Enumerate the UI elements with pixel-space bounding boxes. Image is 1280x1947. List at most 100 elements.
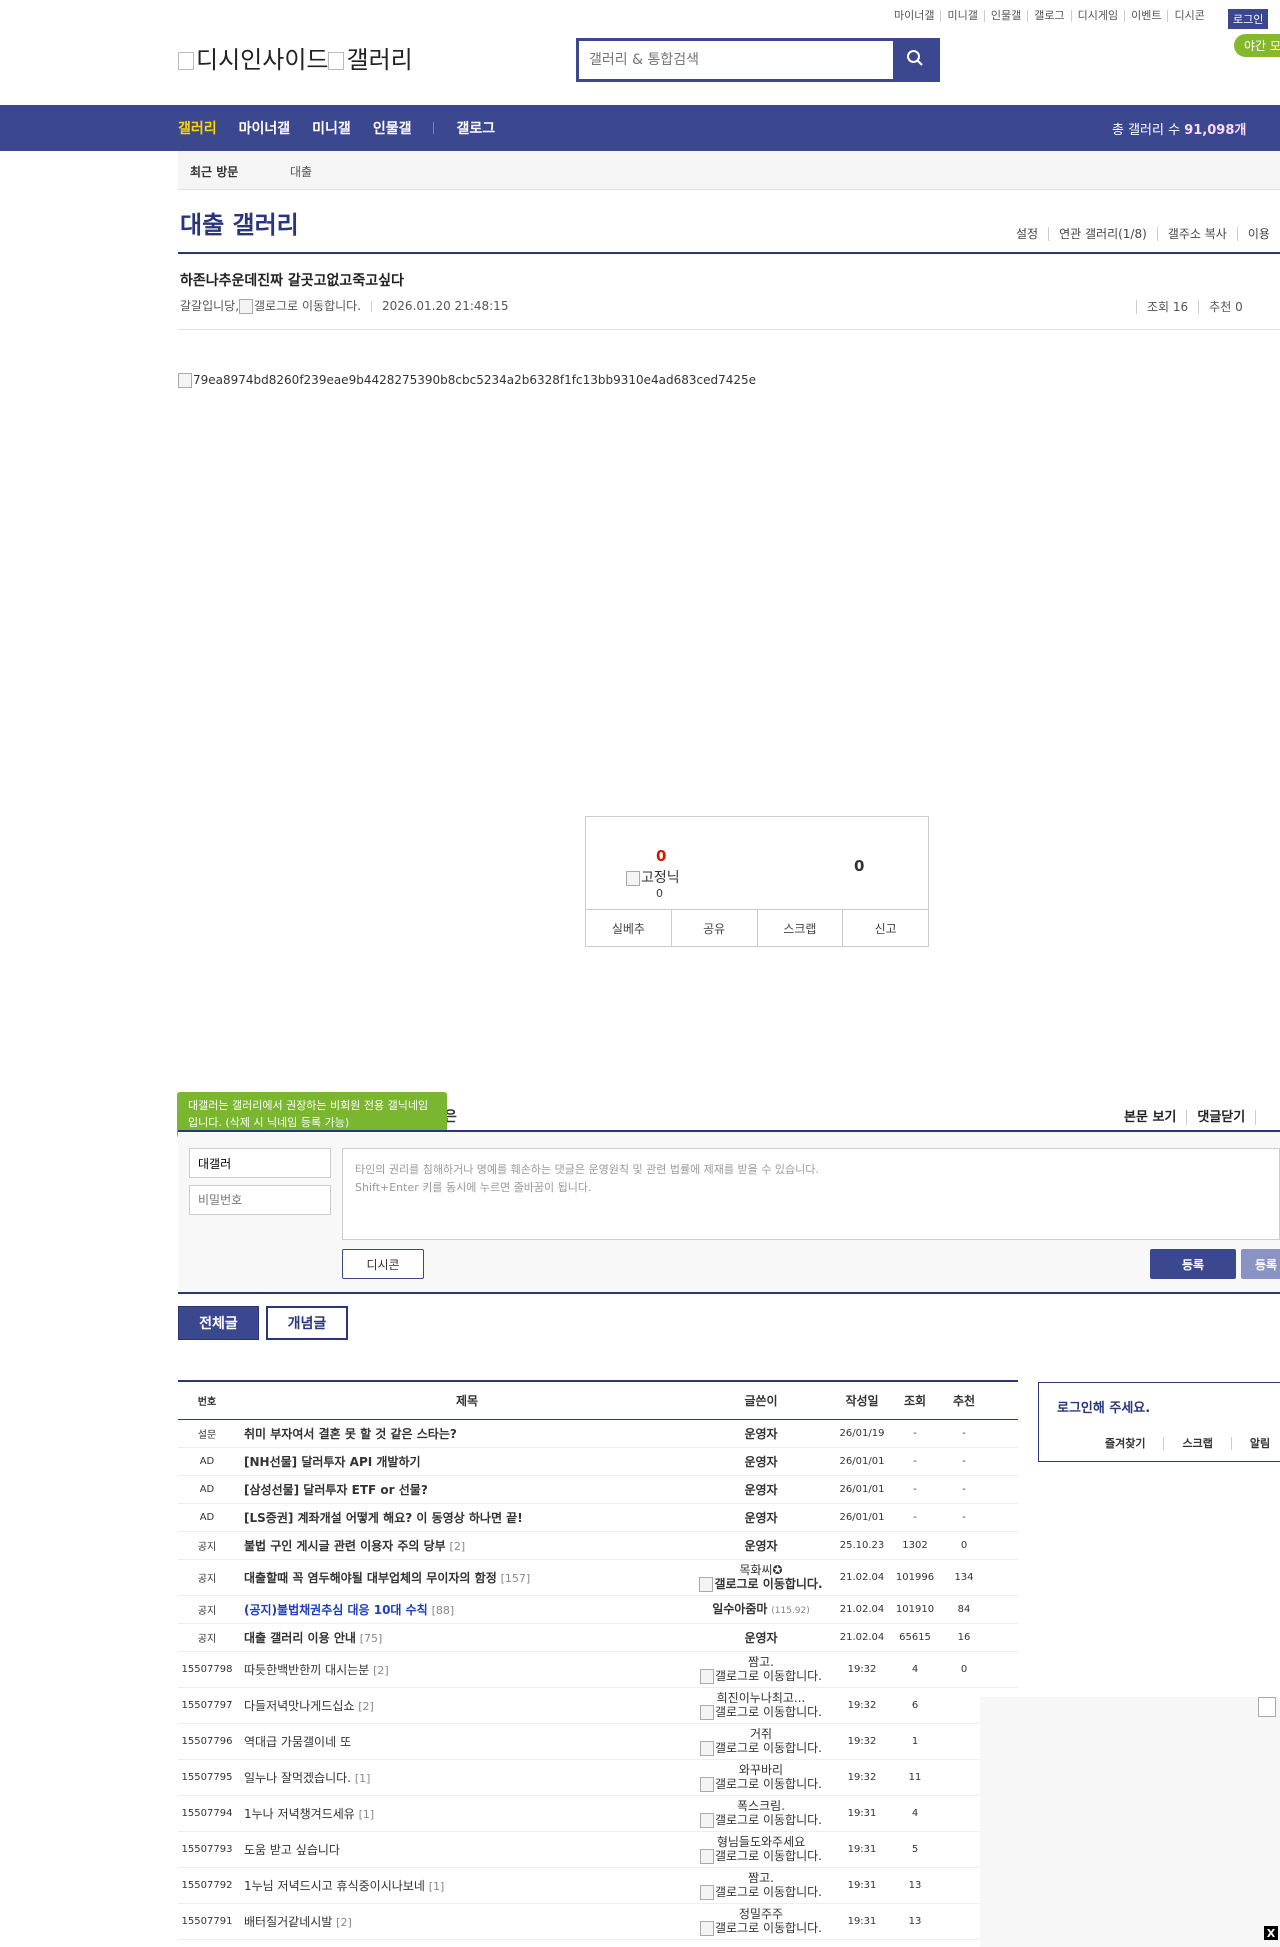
- list-post-title[interactable]: [NH선물] 달러투자 API 개발하기: [244, 1455, 421, 1469]
- login-button[interactable]: 로그인: [1228, 9, 1269, 29]
- post-title-cell[interactable]: (공지)불법채권추심 대응 10대 수칙 [88]: [236, 1601, 690, 1618]
- password-input[interactable]: [189, 1185, 331, 1215]
- top-link[interactable]: 미니갤: [941, 10, 985, 22]
- night-mode-button[interactable]: 야간 모드: [1234, 34, 1280, 57]
- list-post-title[interactable]: 도움 받고 싶습니다: [244, 1843, 340, 1857]
- table-row[interactable]: 15507793 도움 받고 싶습니다 형님들도와주세요 갤로그로 이동합니다. 19…: [178, 1832, 1018, 1868]
- tab-all-posts[interactable]: 전체글: [178, 1306, 259, 1340]
- post-title-cell[interactable]: [LS증권] 계좌개설 어떻게 해요? 이 동영상 하나면 끝!: [236, 1509, 690, 1526]
- post-title-cell[interactable]: 배터질거같네시발 [2]: [236, 1913, 690, 1930]
- writer-nickname[interactable]: 형님들도와주세요: [690, 1835, 832, 1849]
- gallog-link[interactable]: 갤로그로 이동합니다.: [690, 1577, 832, 1592]
- nav-item-gallog[interactable]: 갤로그: [456, 118, 495, 138]
- register-button[interactable]: 등록: [1150, 1249, 1236, 1279]
- table-row[interactable]: 15507798 따듯한백반한끼 대시는분 [2] 짬고. 갤로그로 이동합니다. 19…: [178, 1652, 1018, 1688]
- search-input[interactable]: [579, 41, 893, 79]
- site-logo[interactable]: 디시인사이드 갤러리: [178, 40, 413, 75]
- post-author-gallog-alt[interactable]: 갤로그로 이동합니다.: [254, 299, 361, 313]
- top-link[interactable]: 이벤트: [1125, 10, 1169, 22]
- nav-item-gallery[interactable]: 갤러리: [178, 118, 217, 138]
- table-row[interactable]: 15507795 일누나 잘먹겠습니다. [1] 와꾸바리 갤로그로 이동합니다. 19…: [178, 1760, 1018, 1796]
- top-link[interactable]: 디시콘: [1168, 10, 1210, 22]
- writer-nickname[interactable]: 운영자: [744, 1483, 777, 1497]
- close-ad-button[interactable]: X: [1264, 1926, 1278, 1940]
- list-post-title[interactable]: 취미 부자여서 결혼 못 할 것 같은 스타는?: [244, 1427, 457, 1441]
- register-recommend-button[interactable]: 등록: [1241, 1249, 1280, 1279]
- table-row[interactable]: 공지 대출 갤러리 이용 안내 [75] 운영자 21.02.04 65615 16: [178, 1624, 1018, 1652]
- writer-nickname[interactable]: 운영자: [744, 1631, 777, 1645]
- reply-count[interactable]: [1]: [429, 1880, 445, 1893]
- list-post-title[interactable]: 1누나 저녁챙겨드세유: [244, 1807, 355, 1821]
- table-row[interactable]: AD [NH선물] 달러투자 API 개발하기 운영자 26/01/01 - -: [178, 1448, 1018, 1476]
- search-button[interactable]: [893, 41, 937, 79]
- writer-nickname[interactable]: 정밀주주: [690, 1907, 832, 1921]
- nickname-input[interactable]: [189, 1148, 331, 1178]
- reply-count[interactable]: [1]: [359, 1808, 375, 1821]
- reply-count[interactable]: [2]: [450, 1540, 466, 1553]
- best-recommend-button[interactable]: 실베추: [586, 910, 672, 946]
- dcon-button[interactable]: 디시콘: [342, 1249, 424, 1279]
- reply-count[interactable]: [75]: [360, 1632, 383, 1645]
- list-post-title[interactable]: 대출할때 꼭 염두해야될 대부업체의 무이자의 함정: [244, 1571, 497, 1585]
- writer-nickname[interactable]: 희진이누나최고...: [690, 1691, 832, 1705]
- table-row[interactable]: 15507791 배터질거같네시발 [2] 정밀주주 갤로그로 이동합니다. 19:31…: [178, 1904, 1018, 1940]
- list-post-title[interactable]: 불법 구인 게시글 관련 이용자 주의 당부: [244, 1539, 446, 1553]
- post-title-cell[interactable]: 역대급 가뭄갤이네 또: [236, 1733, 690, 1750]
- gallog-link[interactable]: 갤로그로 이동합니다.: [690, 1849, 832, 1864]
- post-title-cell[interactable]: [NH선물] 달러투자 API 개발하기: [236, 1453, 690, 1470]
- post-title-cell[interactable]: 대출할때 꼭 염두해야될 대부업체의 무이자의 함정 [157]: [236, 1569, 690, 1586]
- list-post-title[interactable]: 다들저녁맛나게드십쇼: [244, 1699, 354, 1713]
- gallog-link[interactable]: 갤로그로 이동합니다.: [690, 1921, 832, 1936]
- nav-item-person-gallery[interactable]: 인물갤: [373, 118, 412, 138]
- writer-nickname[interactable]: 운영자: [744, 1427, 777, 1441]
- writer-nickname[interactable]: 일수아줌마: [712, 1602, 767, 1616]
- view-post-link[interactable]: 본문 보기: [1114, 1110, 1188, 1125]
- notification-link[interactable]: 알림: [1232, 1437, 1280, 1450]
- report-button[interactable]: 신고: [843, 910, 928, 946]
- nav-item-minor-gallery[interactable]: 마이너갤: [239, 118, 291, 138]
- post-title-cell[interactable]: [삼성선물] 달러투자 ETF or 선물?: [236, 1481, 690, 1498]
- writer-nickname[interactable]: 와꾸바리: [690, 1763, 832, 1777]
- reply-count[interactable]: [2]: [373, 1664, 389, 1677]
- top-link[interactable]: 갤로그: [1028, 10, 1072, 22]
- gallog-link[interactable]: 갤로그로 이동합니다.: [690, 1669, 832, 1684]
- table-row[interactable]: AD [LS증권] 계좌개설 어떻게 해요? 이 동영상 하나면 끝! 운영자 26…: [178, 1504, 1018, 1532]
- reply-count[interactable]: [88]: [432, 1604, 455, 1617]
- nav-item-mini-gallery[interactable]: 미니갤: [312, 118, 351, 138]
- reply-count[interactable]: [2]: [336, 1916, 352, 1929]
- post-title-cell[interactable]: 도움 받고 싶습니다: [236, 1841, 690, 1858]
- list-post-title[interactable]: (공지)불법채권추심 대응 10대 수칙: [244, 1603, 428, 1617]
- list-post-title[interactable]: 배터질거같네시발: [244, 1915, 332, 1929]
- post-title-cell[interactable]: 불법 구인 게시글 관련 이용자 주의 당부 [2]: [236, 1537, 690, 1554]
- gallog-link[interactable]: 갤로그로 이동합니다.: [690, 1777, 832, 1792]
- post-author[interactable]: 갈갈입니당: [180, 299, 235, 313]
- reply-count[interactable]: [1]: [355, 1772, 371, 1785]
- gallog-link[interactable]: 갤로그로 이동합니다.: [690, 1705, 832, 1720]
- reply-count[interactable]: [157]: [501, 1572, 531, 1585]
- table-row[interactable]: 15507794 1누나 저녁챙겨드세유 [1] 폭스크림. 갤로그로 이동합니다. 1…: [178, 1796, 1018, 1832]
- list-post-title[interactable]: 일누나 잘먹겠습니다.: [244, 1771, 351, 1785]
- list-post-title[interactable]: 1누님 저녁드시고 휴식중이시나보네: [244, 1879, 425, 1893]
- writer-nickname[interactable]: 거쥐: [690, 1727, 832, 1741]
- gallery-menu-usage[interactable]: 이용: [1238, 227, 1280, 241]
- writer-nickname[interactable]: 짬고.: [690, 1871, 832, 1885]
- favorites-link[interactable]: 즐겨찾기: [1087, 1437, 1165, 1450]
- scrap-link[interactable]: 스크랩: [1164, 1437, 1232, 1450]
- top-link[interactable]: 마이너갤: [888, 10, 942, 22]
- scrap-button[interactable]: 스크랩: [758, 910, 844, 946]
- post-title-cell[interactable]: 취미 부자여서 결혼 못 할 것 같은 스타는?: [236, 1425, 690, 1442]
- writer-nickname[interactable]: 짬고.: [690, 1655, 832, 1669]
- table-row[interactable]: 15507796 역대급 가뭄갤이네 또 거쥐 갤로그로 이동합니다. 19:32 1: [178, 1724, 1018, 1760]
- gallog-link[interactable]: 갤로그로 이동합니다.: [690, 1813, 832, 1828]
- tab-concept-posts[interactable]: 개념글: [266, 1306, 348, 1340]
- comment-textarea[interactable]: 타인의 권리를 침해하거나 명예를 훼손하는 댓글은 운영원칙 및 관련 법률에…: [342, 1148, 1280, 1240]
- table-row[interactable]: 설문 취미 부자여서 결혼 못 할 것 같은 스타는? 운영자 26/01/19 - -: [178, 1420, 1018, 1448]
- gallery-title[interactable]: 대출 갤러리: [180, 205, 299, 240]
- table-row[interactable]: AD [삼성선물] 달러투자 ETF or 선물? 운영자 26/01/01 - -: [178, 1476, 1018, 1504]
- list-post-title[interactable]: 역대급 가뭄갤이네 또: [244, 1735, 351, 1749]
- writer-nickname[interactable]: 폭스크림.: [690, 1799, 832, 1813]
- login-prompt[interactable]: 로그인해 주세요.: [1057, 1397, 1150, 1416]
- post-title-cell[interactable]: 다들저녁맛나게드십쇼 [2]: [236, 1697, 690, 1714]
- writer-nickname[interactable]: 운영자: [744, 1539, 777, 1553]
- list-post-title[interactable]: [삼성선물] 달러투자 ETF or 선물?: [244, 1483, 428, 1497]
